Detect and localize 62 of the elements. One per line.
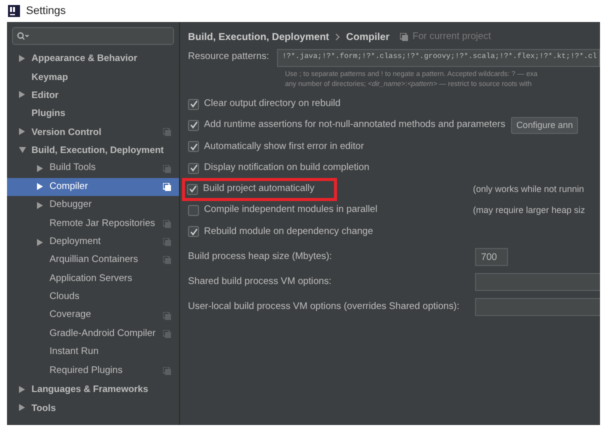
tree-item[interactable]: Gradle-Android Compiler — [7, 324, 179, 344]
field-label: Resource patterns: — [188, 50, 270, 64]
tree-item[interactable]: Remote Jar Repositories — [7, 214, 179, 233]
tree-item[interactable]: Clouds — [7, 288, 179, 306]
checkbox[interactable] — [188, 141, 199, 152]
chevron-icon — [335, 33, 340, 41]
tree-item[interactable]: Keymap — [7, 67, 179, 86]
configure-button[interactable]: Configure ann — [511, 116, 578, 134]
input-field[interactable]: 700 — [475, 248, 508, 266]
note-text: (may require larger heap siz — [473, 204, 586, 217]
collapsed-arrow-icon[interactable] — [37, 183, 43, 190]
checkbox[interactable] — [187, 184, 198, 195]
checkbox-label[interactable]: Automatically show first error in editor — [204, 140, 364, 154]
checkbox[interactable] — [188, 120, 199, 131]
search-field[interactable] — [12, 27, 174, 45]
tree-item[interactable]: Build Tools — [7, 159, 179, 178]
collapsed-arrow-icon[interactable] — [37, 238, 43, 246]
input-field[interactable] — [475, 298, 600, 316]
tree-item[interactable]: Editor — [7, 86, 179, 104]
collapsed-arrow-icon[interactable] — [19, 54, 25, 62]
checkbox-label[interactable]: Rebuild module on dependency change — [204, 224, 374, 240]
tree-item[interactable]: Appearance & Behavior — [7, 49, 179, 68]
checkbox[interactable] — [188, 226, 199, 238]
tree-item[interactable]: Deployment — [7, 232, 179, 252]
field-label: Shared build process VM options: — [188, 274, 332, 289]
collapsed-arrow-icon[interactable] — [19, 128, 25, 136]
tree-item[interactable]: Compiler — [7, 178, 179, 196]
tree-item[interactable]: Application Servers — [7, 270, 179, 288]
input-field[interactable] — [475, 273, 600, 292]
collapsed-arrow-icon[interactable] — [19, 91, 25, 98]
collapsed-arrow-icon[interactable] — [37, 165, 43, 172]
checkbox-label[interactable]: Compile independent modules in parallel — [204, 203, 378, 218]
tree-item[interactable]: Required Plugins — [7, 362, 179, 380]
tree-item[interactable]: Languages & Frameworks — [7, 380, 179, 398]
project-scope-icon — [400, 32, 408, 41]
tree-item[interactable]: Arquillian Containers — [7, 251, 179, 270]
collapsed-arrow-icon[interactable] — [37, 202, 43, 209]
collapsed-arrow-icon[interactable] — [19, 386, 25, 393]
checkbox-label[interactable]: Add runtime assertions for not-null-annotated methods and parameters — [204, 118, 506, 133]
tree-item[interactable]: Coverage — [7, 306, 179, 325]
search-icon — [17, 32, 29, 40]
tree-item[interactable]: Debugger — [7, 196, 179, 215]
tree-item[interactable]: Tools — [7, 398, 179, 417]
field-label: User-local build process VM options (overrides Shared options): — [188, 300, 460, 314]
tree-item[interactable]: Version Control — [7, 122, 179, 141]
checkbox[interactable] — [188, 162, 199, 174]
breadcrumb-item: Build, Execution, Deployment — [188, 30, 330, 44]
checkbox-label[interactable]: Display notification on build completion — [204, 160, 370, 176]
note-text: (only works while not runnin — [473, 182, 584, 196]
checkbox[interactable] — [188, 205, 199, 216]
tree-item[interactable]: Build, Execution, Deployment — [7, 140, 179, 160]
tree-item[interactable]: Instant Run — [7, 343, 179, 362]
checkbox[interactable] — [188, 98, 199, 110]
expanded-arrow-icon[interactable] — [18, 147, 26, 154]
breadcrumb-item: Compiler — [346, 30, 390, 44]
collapsed-arrow-icon[interactable] — [19, 404, 25, 412]
tree-item[interactable]: Plugins — [7, 104, 179, 123]
checkbox-label[interactable]: Clear output directory on rebuild — [204, 96, 341, 112]
window-title: Settings — [26, 4, 66, 19]
checkbox-label[interactable]: Build project automatically — [203, 182, 314, 197]
scope-note: For current project — [412, 30, 491, 44]
field-label: Build process heap size (Mbytes): — [188, 250, 332, 264]
